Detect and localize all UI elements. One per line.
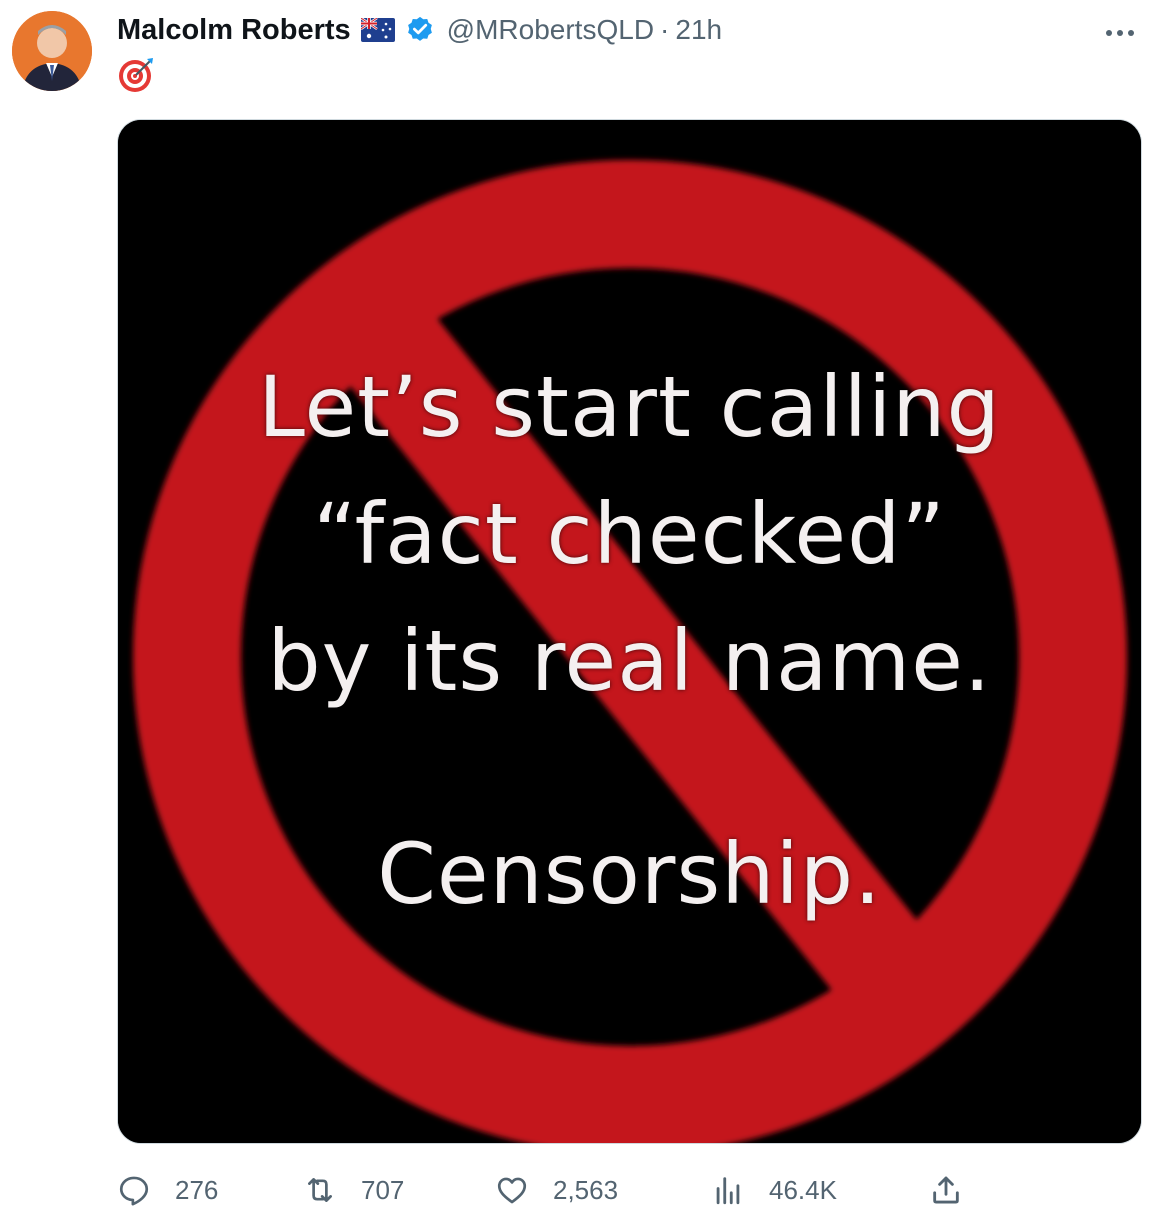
timestamp[interactable]: 21h — [675, 14, 722, 46]
action-bar: 276 707 2,563 46.4K — [117, 1166, 977, 1214]
prohibition-sign-graphic — [118, 120, 1141, 1143]
retweet-icon — [308, 1178, 332, 1202]
retweet-button[interactable]: 707 — [303, 1166, 404, 1214]
views-button[interactable]: 46.4K — [711, 1166, 837, 1214]
target-emoji-icon — [117, 56, 155, 94]
tweet-header: Malcolm Roberts @MRobertsQLD · 21h — [117, 10, 722, 50]
reply-icon — [119, 1176, 149, 1206]
more-dots-icon — [1106, 30, 1134, 36]
reply-button[interactable]: 276 — [117, 1166, 218, 1214]
more-options-button[interactable] — [1100, 18, 1140, 48]
author-name[interactable]: Malcolm Roberts — [117, 14, 351, 47]
retweet-count: 707 — [361, 1174, 405, 1205]
reply-count: 276 — [175, 1174, 219, 1205]
australia-flag-icon — [359, 16, 395, 42]
tweet-image[interactable]: Let’s start calling “fact checked” by it… — [117, 119, 1142, 1144]
view-count: 46.4K — [769, 1174, 837, 1205]
like-button[interactable]: 2,563 — [495, 1166, 618, 1214]
views-chart-icon — [716, 1177, 740, 1205]
avatar[interactable] — [12, 11, 92, 91]
author-handle[interactable]: @MRobertsQLD — [447, 14, 654, 46]
like-count: 2,563 — [553, 1174, 619, 1205]
avatar-image — [12, 11, 92, 91]
share-button[interactable] — [929, 1166, 963, 1214]
share-icon — [933, 1176, 959, 1204]
heart-icon — [497, 1177, 527, 1204]
verified-badge-icon[interactable] — [405, 15, 435, 45]
separator-dot: · — [660, 14, 670, 45]
